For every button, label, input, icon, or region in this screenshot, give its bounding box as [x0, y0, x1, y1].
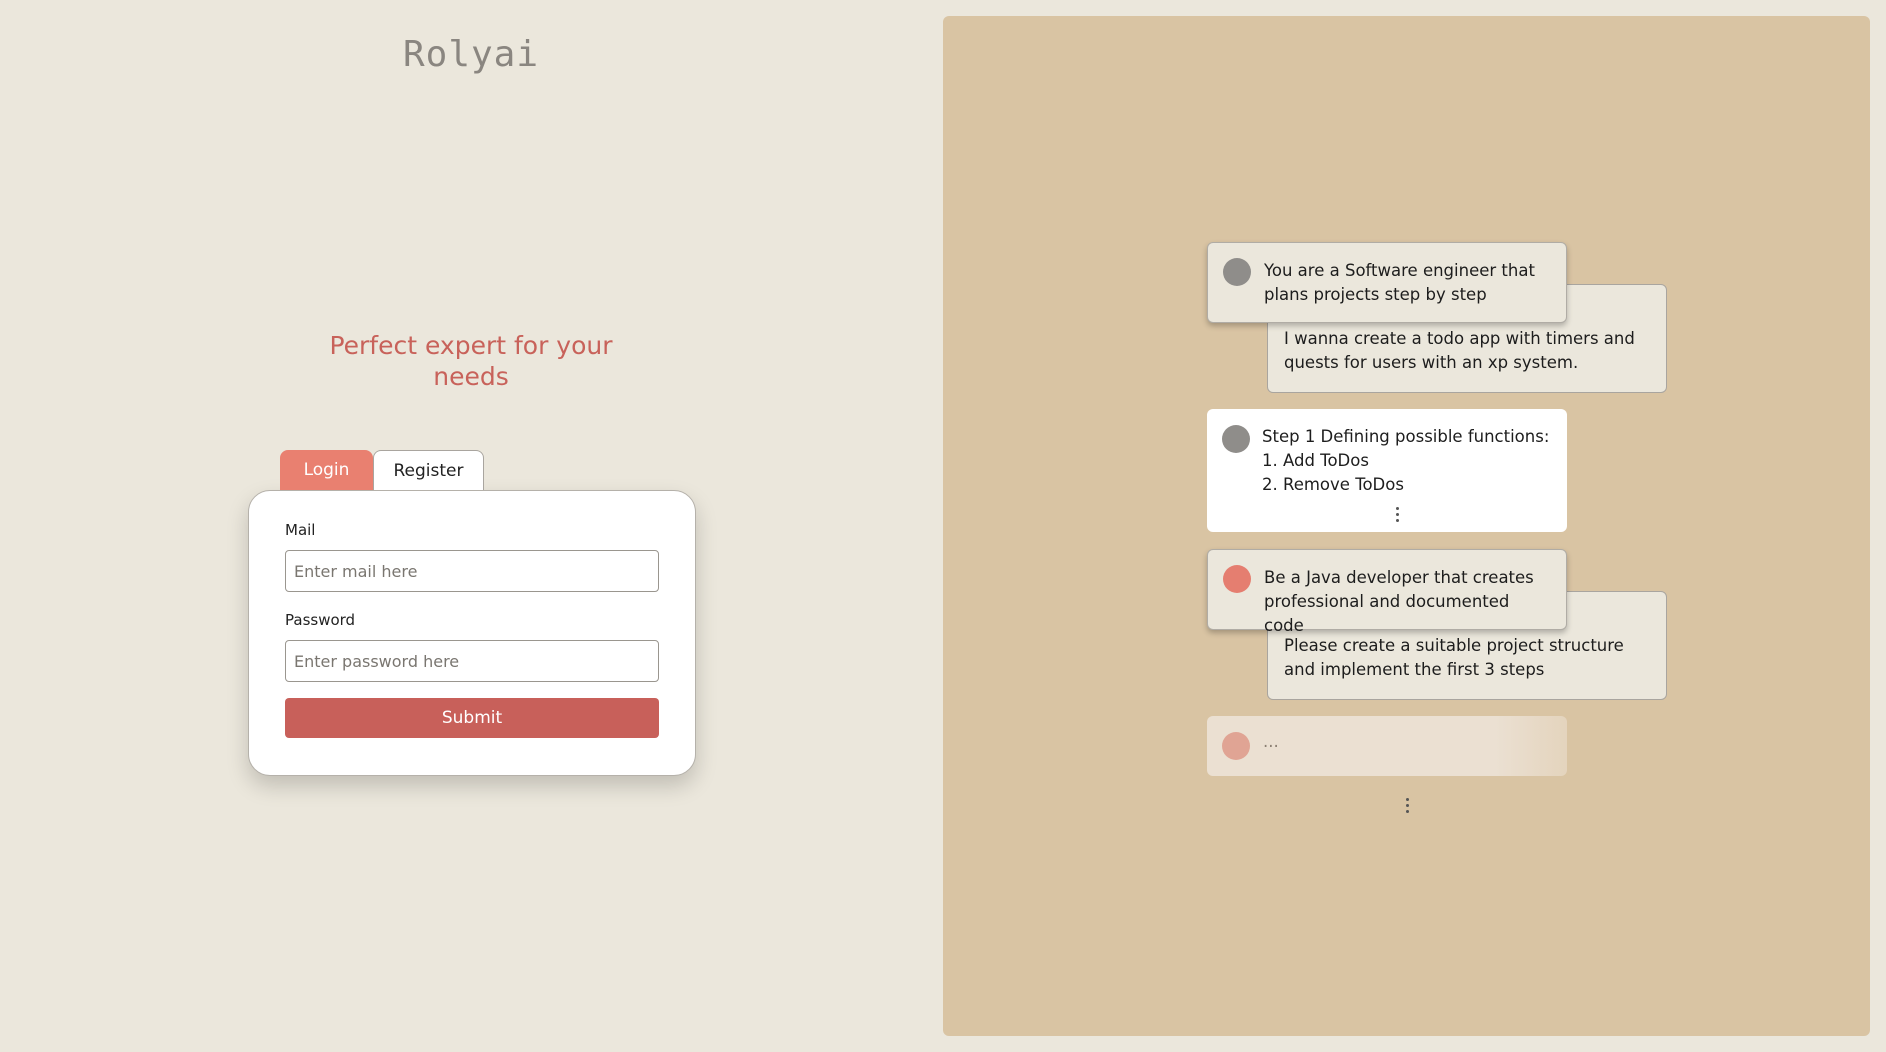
- mail-input[interactable]: [285, 550, 659, 592]
- brand-logo-text: Rolyai: [402, 34, 540, 75]
- pending-avatar-icon: [1222, 732, 1250, 760]
- response-line: 1. Add ToDos: [1262, 451, 1369, 470]
- landing-page: Rolyai Perfect expert for your needs Log…: [0, 0, 1886, 1052]
- system-role-bubble: You are a Software engineer that plans p…: [1207, 242, 1567, 323]
- mail-label: Mail: [285, 521, 316, 539]
- auth-tabs: Login Register: [280, 450, 484, 490]
- response-line: 2. Remove ToDos: [1262, 475, 1404, 494]
- hero-tagline: Perfect expert for your needs: [329, 331, 613, 391]
- login-form-card: Mail Password Submit: [248, 490, 696, 776]
- tab-login[interactable]: Login: [280, 450, 373, 490]
- more-ellipsis-icon: [1402, 798, 1412, 816]
- tab-register[interactable]: Register: [373, 450, 484, 490]
- pending-text: ...: [1263, 732, 1279, 751]
- user-prompt-text: Please create a suitable project structu…: [1284, 636, 1624, 679]
- system-role-text: Be a Java developer that creates profess…: [1264, 568, 1534, 635]
- assistant-avatar-icon: [1222, 425, 1250, 453]
- role-avatar-icon: [1223, 565, 1251, 593]
- response-line: Step 1 Defining possible functions:: [1262, 427, 1550, 446]
- password-label: Password: [285, 611, 356, 629]
- system-role-bubble: Be a Java developer that creates profess…: [1207, 549, 1567, 635]
- assistant-response-bubble: Step 1 Defining possible functions: 1. A…: [1207, 409, 1567, 532]
- conversation-preview-panel: I wanna create a todo app with timers an…: [943, 16, 1870, 1036]
- pending-response-bubble: ...: [1207, 716, 1567, 776]
- more-ellipsis-icon: [1392, 507, 1402, 525]
- user-prompt-text: I wanna create a todo app with timers an…: [1284, 329, 1635, 372]
- password-input[interactable]: [285, 640, 659, 682]
- submit-button[interactable]: Submit: [285, 698, 659, 738]
- system-role-text: You are a Software engineer that plans p…: [1264, 261, 1535, 304]
- role-avatar-icon: [1223, 258, 1251, 286]
